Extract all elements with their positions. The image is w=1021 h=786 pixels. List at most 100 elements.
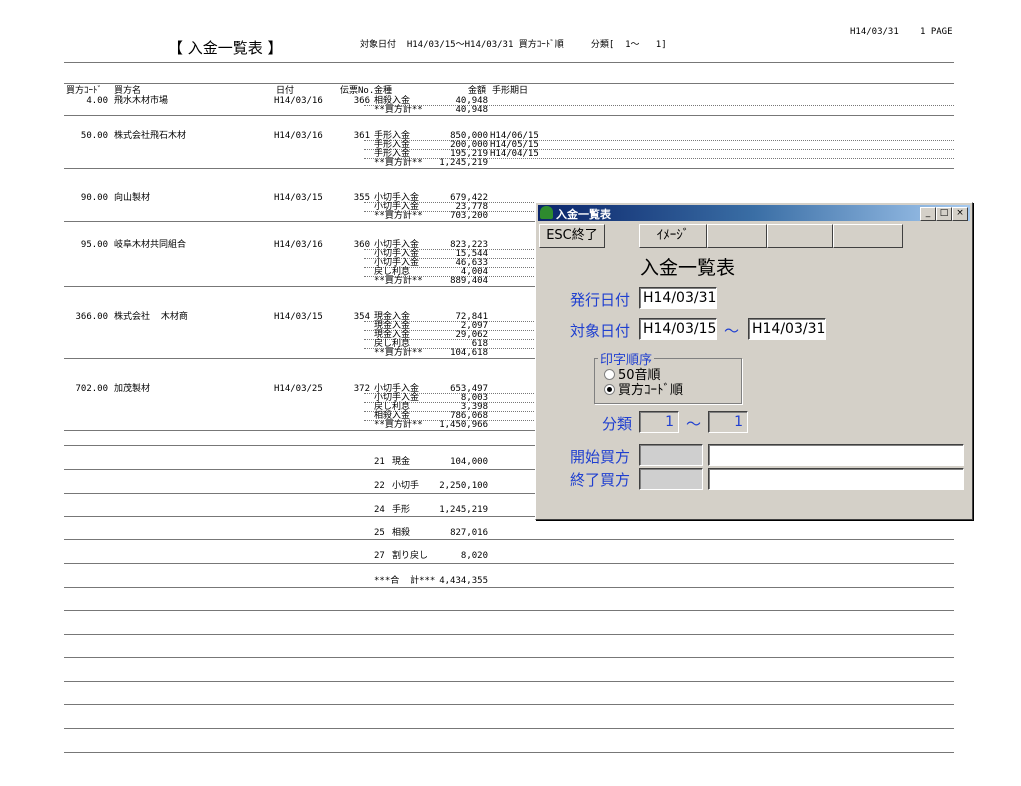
buyer-code: 95.00 (80, 240, 108, 250)
header-rule-top (64, 62, 954, 63)
print-date: H14/03/31 (850, 27, 899, 37)
esc-exit-button[interactable]: ESC終了 (539, 224, 605, 248)
blank-button-3[interactable] (833, 224, 903, 248)
dialog-heading: 入金一覧表 (640, 257, 736, 279)
buyer-code: 50.00 (80, 131, 108, 141)
summary-amount: 2,250,100 (439, 481, 488, 491)
line-kind: **買方計** (374, 158, 423, 168)
maximize-button[interactable]: □ (936, 207, 952, 221)
target-date-sep: ～ (724, 322, 740, 340)
header-rule (64, 83, 954, 84)
line-kind: **買方計** (374, 211, 423, 221)
buyer-name: 向山製材 (114, 193, 151, 203)
target-date-from-input[interactable]: H14/03/15 (639, 318, 717, 340)
ruled-line (64, 728, 954, 729)
page-number: 1 PAGE (920, 27, 953, 37)
summary-code: 21 (374, 457, 385, 467)
start-buyer-label: 開始買方 (570, 448, 631, 466)
buyer-date: H14/03/15 (274, 193, 323, 203)
image-button[interactable]: ｲﾒｰｼﾞ (639, 224, 707, 248)
ruled-line (64, 587, 954, 588)
buyer-date: H14/03/16 (274, 131, 323, 141)
ruled-line (64, 681, 954, 682)
line-amount: 1,245,219 (439, 158, 488, 168)
category-label: 分類 (602, 415, 633, 433)
end-buyer-name-input[interactable] (708, 468, 964, 490)
end-buyer-code-input[interactable] (639, 468, 703, 490)
order-option-1-radio[interactable] (604, 384, 615, 395)
app-icon (540, 206, 553, 219)
close-button[interactable]: × (952, 207, 968, 221)
buyer-name: 加茂製材 (114, 384, 151, 394)
summary-kind: 小切手 (392, 481, 420, 491)
summary-amount: 8,020 (460, 551, 488, 561)
buyer-name: 株式会社 木材商 (114, 312, 188, 322)
ruled-line (64, 657, 954, 658)
blank-button-1[interactable] (707, 224, 767, 248)
line-amount: 40,948 (455, 105, 488, 115)
summary-kind: 割り戻し (392, 551, 429, 561)
buyer-date: H14/03/16 (274, 96, 323, 106)
blank-button-2[interactable] (767, 224, 833, 248)
report-criteria: 対象日付 H14/03/15～H14/03/31 買方ｺｰﾄﾞ順 分類[ 1～ … (360, 40, 667, 50)
grand-total-label: ***合 計*** (374, 576, 436, 586)
dialog-titlebar[interactable]: 入金一覧表 _ □ × (538, 205, 970, 221)
buyer-name: 株式会社飛石木材 (114, 131, 187, 141)
summary-kind: 相殺 (392, 528, 411, 538)
buyer-name: 岐阜木材共同組合 (114, 240, 187, 250)
line-amount: 703,200 (450, 211, 488, 221)
buyer-date: H14/03/15 (274, 312, 323, 322)
col-header-due: 手形期日 (492, 86, 529, 96)
buyer-rule (64, 115, 954, 116)
buyer-date: H14/03/25 (274, 384, 323, 394)
issue-date-label: 発行日付 (570, 291, 631, 309)
buyer-date: H14/03/16 (274, 240, 323, 250)
summary-code: 27 (374, 551, 385, 561)
line-kind: **買方計** (374, 276, 423, 286)
line-kind: **買方計** (374, 348, 423, 358)
category-from-input[interactable]: 1 (639, 411, 679, 433)
line-amount: 889,404 (450, 276, 488, 286)
col-header-name: 買方名 (114, 86, 142, 96)
order-option-1-label[interactable]: 買方ｺｰﾄﾞ順 (618, 379, 683, 398)
buyer-code: 366.00 (75, 312, 108, 322)
summary-kind: 現金 (392, 457, 411, 467)
ruled-line (64, 610, 954, 611)
ruled-line (64, 539, 954, 540)
buyer-code: 90.00 (80, 193, 108, 203)
start-buyer-code-input[interactable] (639, 444, 703, 466)
col-header-slip: 伝票No. (340, 86, 375, 96)
ruled-line (64, 704, 954, 705)
line-amount: 104,618 (450, 348, 488, 358)
issue-date-input[interactable]: H14/03/31 (639, 287, 717, 309)
col-header-code: 買方ｺｰﾄﾞ (66, 86, 103, 96)
report-title: 【 入金一覧表 】 (168, 39, 283, 57)
dialog-window: 入金一覧表 _ □ × ESC終了 ｲﾒｰｼﾞ 入金一覧表 発行日付 H14/0… (535, 202, 973, 520)
col-header-kind: 金種 (374, 86, 393, 96)
line-amount: 1,450,966 (439, 420, 488, 430)
buyer-code: 4.00 (86, 96, 108, 106)
minimize-button[interactable]: _ (920, 207, 936, 221)
summary-code: 25 (374, 528, 385, 538)
col-header-amount: 金額 (468, 86, 487, 96)
summary-code: 24 (374, 505, 385, 515)
dialog-title: 入金一覧表 (556, 208, 611, 221)
buyer-rule (64, 168, 954, 169)
ruled-line (64, 752, 954, 753)
summary-amount: 104,000 (450, 457, 488, 467)
ruled-line (64, 563, 954, 564)
buyer-code: 702.00 (75, 384, 108, 394)
category-to-input[interactable]: 1 (708, 411, 748, 433)
grand-total-amount: 4,434,355 (439, 576, 488, 586)
start-buyer-name-input[interactable] (708, 444, 964, 466)
summary-amount: 827,016 (450, 528, 488, 538)
buyer-name: 飛水木材市場 (114, 96, 169, 106)
category-sep: ～ (686, 415, 702, 433)
order-option-0-radio[interactable] (604, 369, 615, 380)
line-kind: **買方計** (374, 420, 423, 430)
end-buyer-label: 終了買方 (570, 471, 631, 489)
line-kind: **買方計** (374, 105, 423, 115)
ruled-line (64, 634, 954, 635)
summary-amount: 1,245,219 (439, 505, 488, 515)
target-date-to-input[interactable]: H14/03/31 (748, 318, 826, 340)
